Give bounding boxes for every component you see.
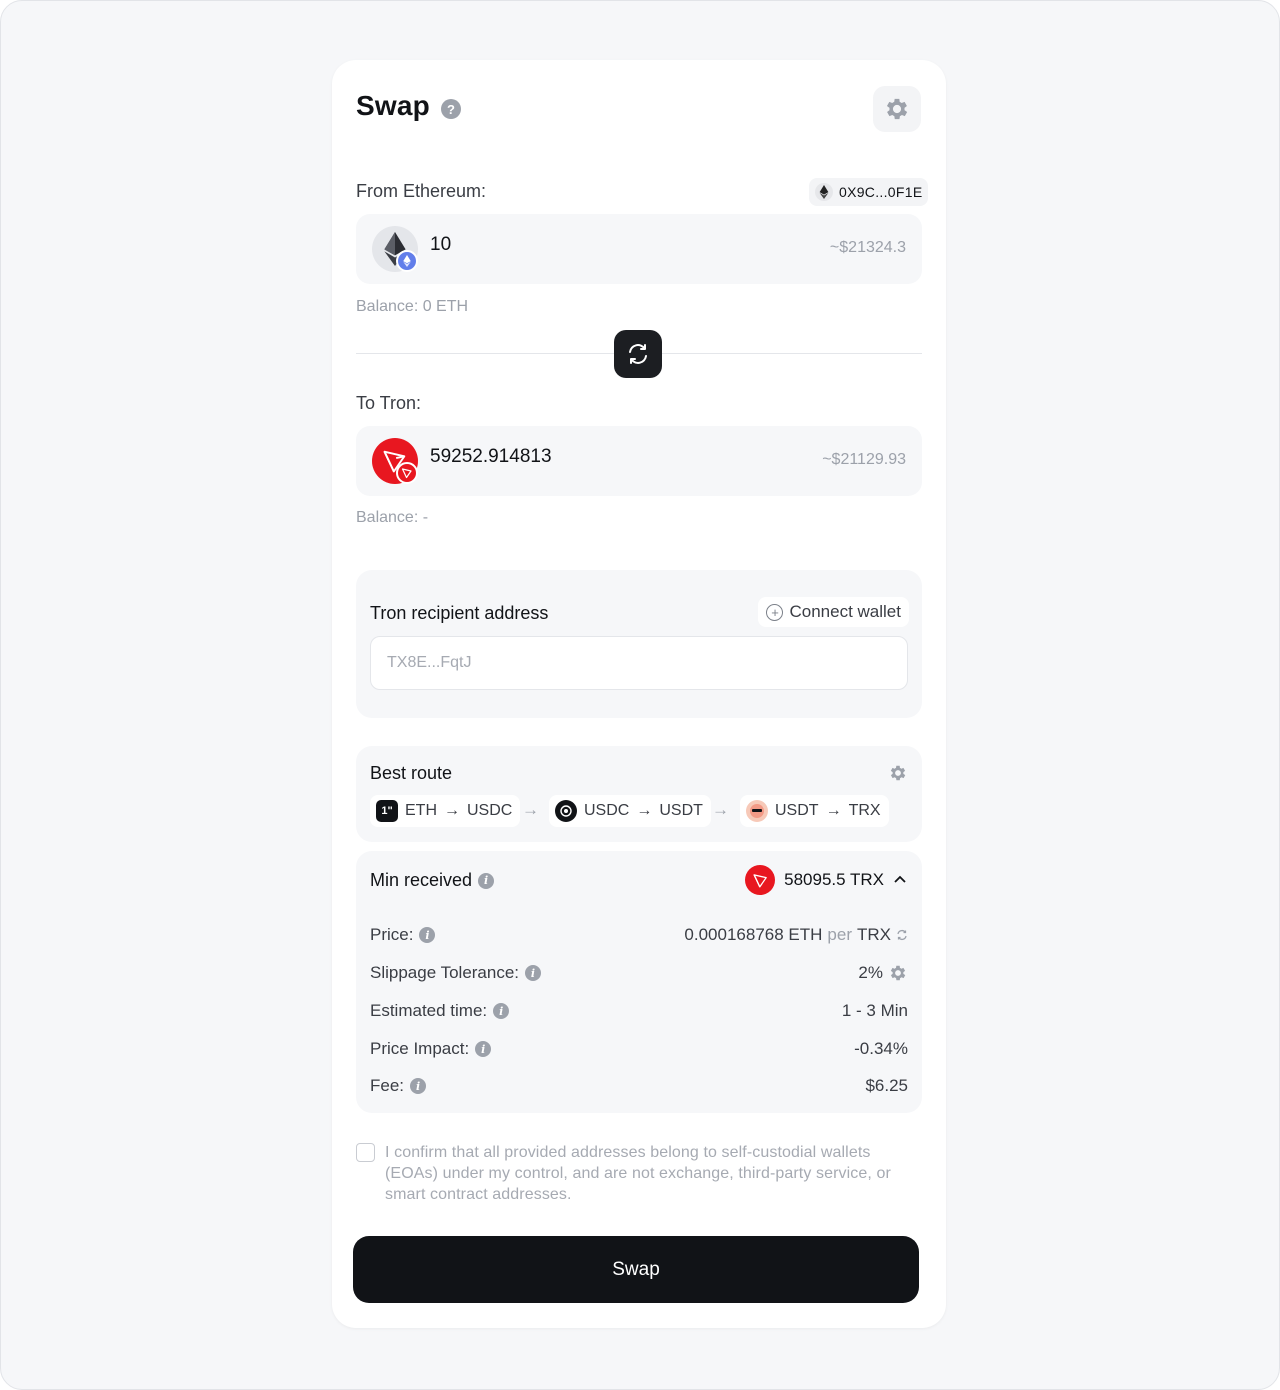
route-title: Best route (370, 763, 453, 783)
to-amount-input[interactable] (430, 446, 730, 468)
recipient-panel: Tron recipient address + Connect wallet (356, 570, 922, 718)
hop-arrow: → (636, 802, 653, 819)
impact-label: Price Impact: (370, 1039, 470, 1058)
tron-icon (745, 865, 776, 895)
ethereum-network-badge-icon (396, 250, 418, 272)
details-panel: Min received i 58095.5 TRX Price: i 0.000… (356, 851, 922, 1113)
fee-row: Fee: i $6.25 (370, 1076, 908, 1096)
hop-arrow: → (825, 802, 842, 819)
swap-arrows-icon (629, 344, 647, 364)
info-icon[interactable]: i (410, 1078, 427, 1094)
min-received-toggle[interactable]: 58095.5 TRX (745, 865, 908, 895)
slippage-row: Slippage Tolerance: i 2% (370, 963, 908, 983)
price-per: per (827, 925, 852, 944)
fee-value: $6.25 (865, 1076, 908, 1095)
hop-to: TRX (848, 802, 881, 819)
fee-label: Fee: (370, 1076, 405, 1095)
route-arrow: → (522, 800, 539, 819)
to-token-box: ~$21129.93 (356, 426, 922, 496)
wallet-address-chip[interactable]: 0X9C...0F1E (809, 178, 929, 206)
swap-button[interactable]: Swap (353, 1236, 919, 1303)
route-settings-gear-icon[interactable] (888, 763, 908, 788)
min-received-text: Min received (370, 870, 473, 890)
flip-direction-button[interactable] (614, 330, 662, 378)
settings-button[interactable] (873, 86, 921, 132)
price-row: Price: i 0.000168768 ETH per TRX (370, 925, 908, 945)
estimated-time-row: Estimated time: i 1 - 3 Min (370, 1001, 908, 1021)
connect-wallet-button[interactable]: + Connect wallet (758, 597, 909, 627)
connect-wallet-label: Connect wallet (789, 602, 901, 621)
from-label: From Ethereum: (356, 181, 487, 201)
1inch-logo-icon: 1" (376, 800, 398, 822)
price-label: Price: (370, 925, 414, 944)
best-route-panel: Best route 1" ETH → USDC → USDC → USDT → (356, 746, 922, 842)
help-icon[interactable]: ? (441, 99, 461, 119)
ethereum-icon (815, 183, 833, 201)
route-arrow: → (712, 800, 729, 819)
sunswap-logo-icon (746, 800, 768, 822)
to-balance: Balance: - (356, 509, 429, 526)
page-title: Swap (356, 90, 430, 121)
hop-from: ETH (405, 802, 437, 819)
tron-network-badge-icon (396, 462, 418, 484)
info-icon[interactable]: i (493, 1003, 510, 1019)
info-icon[interactable]: i (475, 1041, 492, 1057)
info-icon[interactable]: i (478, 872, 495, 889)
to-label: To Tron: (356, 393, 422, 413)
slippage-value: 2% (858, 963, 883, 982)
confirm-checkbox[interactable] (356, 1143, 375, 1162)
swap-card: Swap ? From Ethereum: 0X9C...0F1E ~$2132… (332, 60, 946, 1328)
chevron-up-icon (894, 875, 906, 883)
dex-logo-icon (555, 800, 577, 822)
from-token-box: ~$21324.3 (356, 214, 922, 284)
slippage-gear-icon[interactable] (888, 963, 908, 983)
min-received-label: Min received i (370, 870, 495, 891)
gear-icon (886, 98, 908, 120)
hop-to: USDC (467, 802, 513, 819)
refresh-icon[interactable] (896, 929, 908, 941)
window-frame: Swap ? From Ethereum: 0X9C...0F1E ~$2132… (0, 0, 1280, 1390)
info-icon[interactable]: i (419, 927, 436, 943)
confirm-row: I confirm that all provided addresses be… (356, 1142, 922, 1205)
price-impact-row: Price Impact: i -0.34% (370, 1039, 908, 1059)
from-amount-input[interactable] (430, 234, 730, 256)
hop-from: USDC (584, 802, 630, 819)
recipient-address-input[interactable] (370, 636, 908, 690)
hop-arrow: → (444, 802, 460, 819)
min-received-value: 58095.5 TRX (784, 870, 884, 889)
route-hop-1inch[interactable]: 1" ETH → USDC (370, 795, 521, 827)
route-hop-2[interactable]: USDC → USDT (549, 795, 711, 827)
hop-to: USDT (659, 802, 703, 819)
plus-circle-icon: + (766, 603, 784, 621)
from-balance: Balance: 0 ETH (356, 298, 469, 315)
route-hop-3[interactable]: USDT → TRX (740, 795, 889, 827)
price-unit: TRX (857, 925, 891, 944)
recipient-label: Tron recipient address (370, 603, 549, 623)
confirm-text: I confirm that all provided addresses be… (385, 1144, 891, 1203)
time-label: Estimated time: (370, 1001, 488, 1020)
impact-value: -0.34% (854, 1039, 908, 1058)
hop-from: USDT (775, 802, 819, 819)
from-usd-value: ~$21324.3 (829, 239, 906, 256)
price-amount: 0.000168768 ETH (684, 925, 823, 944)
to-usd-value: ~$21129.93 (822, 451, 906, 468)
info-icon[interactable]: i (525, 965, 542, 981)
wallet-address: 0X9C...0F1E (839, 184, 923, 200)
time-value: 1 - 3 Min (841, 1001, 908, 1020)
slippage-label: Slippage Tolerance: (370, 963, 520, 982)
